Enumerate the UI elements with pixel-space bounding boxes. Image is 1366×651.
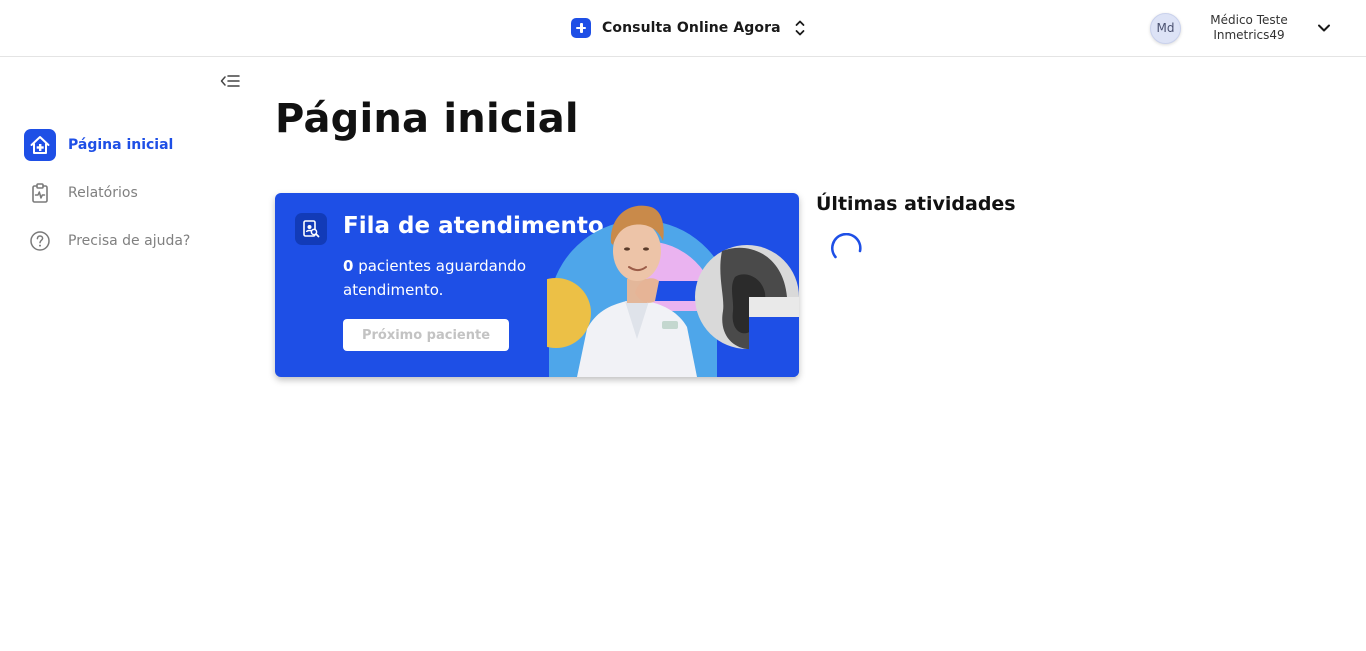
sidebar-item-label: Precisa de ajuda? <box>68 233 191 249</box>
user-name: Médico Teste <box>1210 13 1288 27</box>
waiting-text: pacientes aguardando atendimento. <box>343 257 526 299</box>
page-title: Página inicial <box>275 96 579 142</box>
home-plus-icon <box>24 129 56 161</box>
loading-spinner-icon <box>831 233 862 259</box>
patient-search-icon <box>295 213 327 245</box>
user-menu[interactable]: Md Médico Teste Inmetrics49 <box>1150 12 1331 44</box>
sidebar-item-home[interactable]: Página inicial <box>24 129 244 161</box>
sidebar-item-reports[interactable]: Relatórios <box>24 177 244 209</box>
sidebar-item-label: Página inicial <box>68 137 174 153</box>
queue-description: 0 pacientes aguardando atendimento. <box>343 254 558 302</box>
user-info: Médico Teste Inmetrics49 <box>1206 13 1292 43</box>
avatar: Md <box>1150 12 1181 44</box>
next-patient-button[interactable]: Próximo paciente <box>343 319 509 351</box>
doctors-illustration <box>547 205 799 377</box>
waiting-count: 0 <box>343 257 354 275</box>
sidebar-nav: Página inicial Relatórios Precisa de aju… <box>24 129 244 273</box>
app-name: Consulta Online Agora <box>602 20 781 36</box>
user-org: Inmetrics49 <box>1213 28 1285 42</box>
activities-title: Últimas atividades <box>816 193 1016 215</box>
sidebar-item-help[interactable]: Precisa de ajuda? <box>24 225 244 257</box>
chevron-up-down-icon <box>794 17 806 39</box>
plus-square-icon <box>571 18 591 38</box>
collapse-sidebar-icon[interactable] <box>219 72 241 90</box>
chevron-down-icon[interactable] <box>1317 21 1331 35</box>
queue-card: Fila de atendimento 0 pacientes aguardan… <box>275 193 799 377</box>
report-clipboard-icon <box>24 177 56 209</box>
sidebar-item-label: Relatórios <box>68 185 138 201</box>
help-circle-icon <box>24 225 56 257</box>
top-header: Consulta Online Agora Md Médico Teste In… <box>0 0 1366 57</box>
app-switcher[interactable]: Consulta Online Agora <box>571 17 806 39</box>
